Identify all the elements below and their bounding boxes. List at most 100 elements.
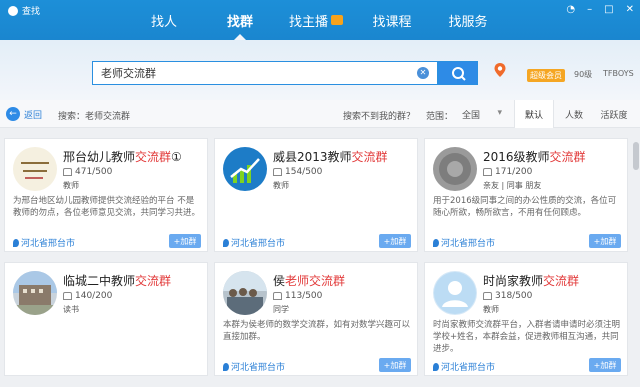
sort-tab-activity[interactable]: 活跃度 [594,100,634,128]
group-card[interactable]: 时尚家教师交流群 318/500 教师 时尚家教师交流群平台，入群者请申请时必须… [424,262,628,376]
search-area: 老师交流群 ✕ 超级会员 90级 TFBOYS [0,40,640,100]
search-input[interactable]: 老师交流群 ✕ [92,61,438,85]
vip-badge: 超级会员 [527,69,565,82]
app-logo-icon [8,5,18,16]
member-count-text: 113/500 [285,291,323,301]
user-name[interactable]: TFBOYS [603,69,634,78]
group-card[interactable]: 临城二中教师交流群 140/200 读书 [4,262,208,376]
member-count-text: 140/200 [75,291,113,301]
group-avatar [13,271,57,315]
group-name[interactable]: 2016级教师交流群 [483,148,586,165]
group-name-text: 侯 [273,274,286,288]
tab-label: 找服务 [448,14,488,30]
range-value: 全国 [462,111,481,121]
tab-label: 找课程 [372,14,412,30]
member-count: 154/500 [273,167,322,177]
group-name-text: 临城二中教师 [63,274,136,288]
gray-logo-icon [439,153,471,185]
back-arrow-icon: ← [6,107,20,121]
join-group-button[interactable]: +加群 [379,358,411,372]
group-name-text: 邢台幼儿教师 [63,150,136,164]
group-avatar [433,271,477,315]
group-tags: 教师 [273,181,289,190]
sort-label: 活跃度 [600,110,628,121]
pin-icon [13,238,19,247]
pin-icon [223,238,229,247]
location-pin-icon[interactable] [492,62,508,78]
maximize-icon[interactable]: □ [604,4,613,15]
filter-bar: ← 返回 搜索：老师交流群 搜索不到我的群？ 范围： 全国 ▾ 默认 人数 活跃… [0,100,640,128]
tab-label: 找人 [150,14,177,30]
results-scrollbar[interactable] [632,128,640,387]
group-avatar [13,147,57,191]
back-label: 返回 [24,110,43,121]
class-photo-icon [223,271,267,315]
group-location: 河北省邢台市 [223,236,285,249]
join-group-button[interactable]: +加群 [379,234,411,248]
location-text: 河北省邢台市 [231,363,286,373]
group-name[interactable]: 侯老师交流群 [273,272,345,289]
scroll-thumb[interactable] [633,142,639,170]
member-count: 318/500 [483,291,532,301]
group-name[interactable]: 威县2013教师交流群 [273,148,388,165]
join-group-button[interactable]: +加群 [589,234,621,248]
pin-icon [433,362,439,371]
clear-icon[interactable]: ✕ [417,67,429,79]
group-tags: 同学 [273,305,289,314]
back-button[interactable]: ← 返回 [6,107,42,121]
group-location: 河北省邢台市 [433,236,495,249]
member-count-text: 471/500 [75,167,113,177]
tab-find-streamers[interactable]: 找主播 [278,0,354,40]
tab-find-groups[interactable]: 找群 [202,0,278,40]
sort-label: 默认 [524,110,543,121]
sort-tab-default[interactable]: 默认 [514,100,554,128]
tab-find-services[interactable]: 找服务 [430,0,506,40]
tab-find-courses[interactable]: 找课程 [354,0,430,40]
people-icon [273,168,282,176]
sort-label: 人数 [564,110,583,121]
people-icon [483,292,492,300]
group-description [13,319,201,355]
group-name-suffix: ① [171,150,182,164]
sort-tabs: 默认 人数 活跃度 [514,100,634,128]
group-card[interactable]: 邢台幼儿教师交流群① 471/500 教师 为邢台地区幼儿园教师提供交流经验的平… [4,138,208,252]
people-icon [483,168,492,176]
group-avatar [223,271,267,315]
join-group-button[interactable]: +加群 [169,234,201,248]
group-name[interactable]: 临城二中教师交流群 [63,272,171,289]
tab-find-people[interactable]: 找人 [126,0,202,40]
search-input-value: 老师交流群 [101,67,156,80]
search-summary: 搜索：老师交流群 [58,112,131,122]
skin-icon[interactable]: ◔ [566,4,575,15]
group-description: 用于2016级同事之间的办公性质的交流，各位可随心所欲，畅所欲言，不用有任何顾虑… [433,196,617,218]
close-icon[interactable]: ✕ [626,4,634,15]
live-badge-icon [331,15,343,25]
people-icon [63,168,72,176]
chevron-down-icon: ▾ [497,108,502,118]
group-location: 河北省邢台市 [433,360,495,373]
group-name-highlight: 交流群 [549,150,586,164]
app-title: 查找 [8,4,40,17]
minimize-icon[interactable]: – [587,4,592,15]
sort-tab-members[interactable]: 人数 [554,100,594,128]
group-description: 本群为侯老师的数学交流群，如有对数学兴趣可以直接加群。 [223,320,411,342]
member-count-text: 154/500 [285,167,323,177]
member-count: 471/500 [63,167,112,177]
search-button[interactable] [438,61,478,85]
join-group-button[interactable]: +加群 [589,358,621,372]
group-name-highlight: 交流群 [543,274,580,288]
cant-find-link[interactable]: 搜索不到我的群？ [343,109,415,122]
group-location: 河北省邢台市 [223,360,285,373]
group-card[interactable]: 侯老师交流群 113/500 同学 本群为侯老师的数学交流群，如有对数学兴趣可以… [214,262,418,376]
group-card[interactable]: 2016级教师交流群 171/200 亲友 | 同事 朋友 用于2016级同事之… [424,138,628,252]
group-name[interactable]: 邢台幼儿教师交流群① [63,148,182,165]
group-card[interactable]: 威县2013教师交流群 154/500 教师 河北省邢台市 +加群 [214,138,418,252]
location-text: 河北省邢台市 [441,239,496,249]
range-select[interactable]: 全国 ▾ [458,105,506,123]
chart-logo-icon [230,158,260,183]
group-tags: 读书 [63,305,79,314]
member-count: 140/200 [63,291,112,301]
group-name[interactable]: 时尚家教师交流群 [483,272,579,289]
group-name-text: 威县2013教师 [273,150,352,164]
main-tabs: 找人 找群 找主播 找课程 找服务 [126,0,506,40]
